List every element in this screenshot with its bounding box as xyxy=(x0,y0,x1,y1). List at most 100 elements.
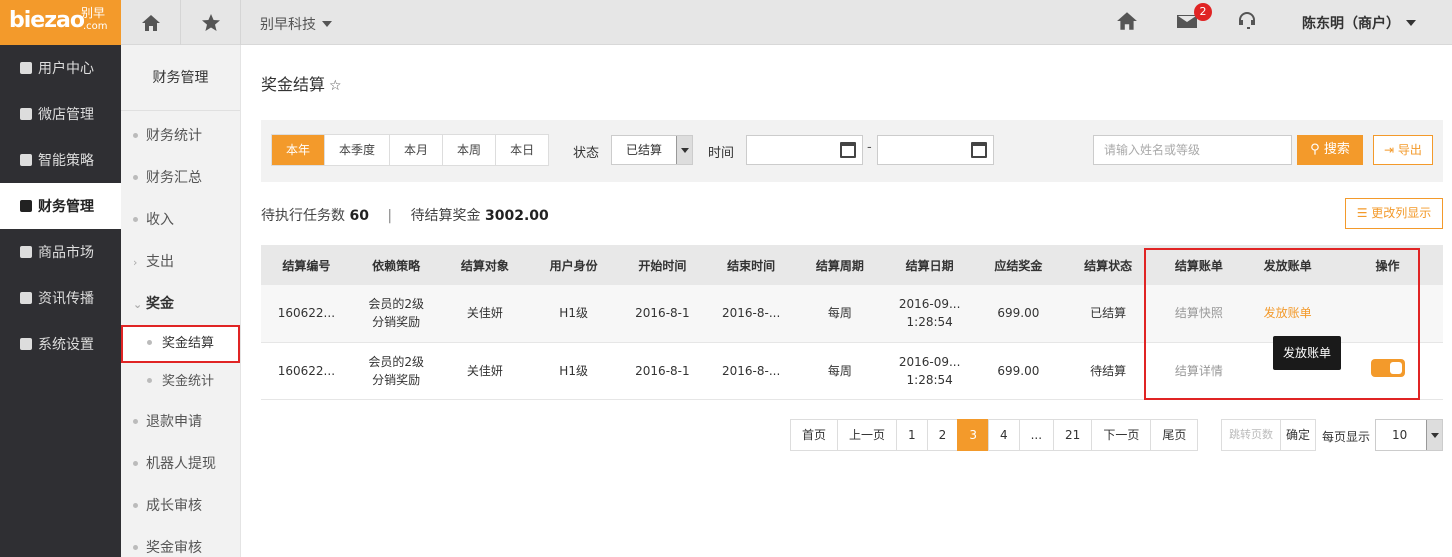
per-page-select[interactable]: 10 xyxy=(1375,419,1443,451)
page-number-button[interactable]: 1 xyxy=(896,419,928,451)
change-columns-button[interactable]: ☰ 更改列显示 xyxy=(1345,198,1443,229)
star-icon xyxy=(201,13,220,31)
favorites-button[interactable] xyxy=(181,0,241,45)
chevron-right-icon: › xyxy=(133,256,138,269)
company-switcher[interactable]: 别早科技 xyxy=(260,14,332,34)
table-row[interactable]: 160622... 会员的2级 分销奖励 关佳妍 H1级 2016-8-1 201… xyxy=(261,342,1443,400)
column-header[interactable]: 应结奖金 xyxy=(975,245,1062,285)
sidebar-item-strategy[interactable]: 智能策略 xyxy=(0,137,121,183)
subnav-item-finance-summary[interactable]: 财务汇总 xyxy=(121,157,240,199)
home-button[interactable] xyxy=(1116,10,1138,32)
bullet-icon xyxy=(147,340,152,345)
home-shortcut-button[interactable] xyxy=(121,0,181,45)
settlement-detail-link[interactable]: 结算详情 xyxy=(1154,342,1244,400)
cell-actions xyxy=(1332,285,1443,343)
search-input[interactable]: 请输入姓名或等级 xyxy=(1093,135,1292,165)
user-menu[interactable]: 陈东明（商户） xyxy=(1302,13,1416,33)
logo[interactable]: biezao 别早 .com xyxy=(0,0,121,45)
range-day-button[interactable]: 本日 xyxy=(496,135,549,165)
end-date-input[interactable] xyxy=(877,135,994,165)
column-header[interactable]: 依赖策略 xyxy=(351,245,441,285)
range-quarter-button[interactable]: 本季度 xyxy=(325,135,391,165)
calendar-icon[interactable] xyxy=(971,142,987,158)
column-header[interactable]: 发放账单 xyxy=(1243,245,1333,285)
top-bar: biezao 别早 .com 别早科技 2 陈东明（商户） xyxy=(0,0,1452,45)
page-prev-button[interactable]: 上一页 xyxy=(837,419,898,451)
start-date-input[interactable] xyxy=(746,135,863,165)
list-icon: ☰ xyxy=(1356,206,1372,220)
export-button[interactable]: ⇥ 导出 xyxy=(1373,135,1433,165)
support-button[interactable] xyxy=(1236,10,1258,32)
page-title: 奖金结算 ☆ xyxy=(261,75,342,94)
calendar-icon[interactable] xyxy=(840,142,856,158)
column-header[interactable]: 用户身份 xyxy=(529,245,619,285)
range-month-button[interactable]: 本月 xyxy=(390,135,444,165)
range-year-button[interactable]: 本年 xyxy=(272,135,326,165)
cell-strategy: 会员的2级 分销奖励 xyxy=(351,285,441,343)
column-header[interactable]: 结算编号 xyxy=(261,245,352,285)
page-number-button[interactable]: 2 xyxy=(926,419,959,451)
grid-icon xyxy=(20,292,32,304)
strategy-icon xyxy=(20,154,32,166)
payout-bill-link[interactable]: 发放账单 xyxy=(1243,285,1333,343)
dropdown-arrow-icon xyxy=(676,136,692,164)
search-button[interactable]: ⚲ 搜索 xyxy=(1297,135,1363,165)
column-header[interactable]: 结算状态 xyxy=(1061,245,1155,285)
subnav-item-refund[interactable]: 退款申请 xyxy=(121,401,240,443)
payout-toggle[interactable] xyxy=(1370,359,1405,377)
table-row[interactable]: 160622... 会员的2级 分销奖励 关佳妍 H1级 2016-8-1 201… xyxy=(261,285,1443,343)
finance-subnav: 财务管理 财务统计 财务汇总 收入 › 支出 ⌄ 奖金 奖金结算 奖金统计 退款申请… xyxy=(121,45,241,557)
page-next-button[interactable]: 下一页 xyxy=(1091,419,1152,451)
column-header[interactable]: 结算账单 xyxy=(1154,245,1244,285)
mail-count-badge: 2 xyxy=(1194,3,1212,21)
subnav-item-growth-review[interactable]: 成长审核 xyxy=(121,485,240,527)
column-header[interactable]: 结束时间 xyxy=(706,245,796,285)
star-outline-icon[interactable]: ☆ xyxy=(329,78,342,94)
column-header[interactable]: 开始时间 xyxy=(618,245,707,285)
cell-cycle: 每周 xyxy=(795,285,885,343)
subnav-item-robot-withdraw[interactable]: 机器人提现 xyxy=(121,443,240,485)
cell-level: H1级 xyxy=(529,342,619,400)
subnav-item-expense[interactable]: › 支出 xyxy=(121,241,240,283)
sidebar-item-user-center[interactable]: 用户中心 xyxy=(0,45,121,91)
range-week-button[interactable]: 本周 xyxy=(443,135,497,165)
settlement-snapshot-link[interactable]: 结算快照 xyxy=(1154,285,1244,343)
page-jump-input[interactable]: 跳转页数 xyxy=(1221,419,1281,451)
subnav-item-bonus-review[interactable]: 奖金审核 xyxy=(121,527,240,557)
column-header[interactable]: 结算周期 xyxy=(795,245,885,285)
subnav-item-bonus-settlement[interactable]: 奖金结算 xyxy=(121,325,240,363)
bullet-icon xyxy=(133,503,138,508)
headset-icon xyxy=(1239,12,1255,29)
cell-end: 2016-8-... xyxy=(706,342,796,400)
column-header[interactable]: 结算对象 xyxy=(440,245,530,285)
page-last-button[interactable]: 尾页 xyxy=(1150,419,1199,451)
filter-bar: 本年 本季度 本月 本周 本日 状态 已结算 时间 - 请输入姓名或等级 ⚲ 搜… xyxy=(261,120,1443,182)
per-page-label: 每页显示 xyxy=(1322,430,1371,444)
sidebar-item-shop[interactable]: 微店管理 xyxy=(0,91,121,137)
cell-end: 2016-8-... xyxy=(706,285,796,343)
cell-date: 2016-09... 1:28:54 xyxy=(884,285,976,343)
column-header[interactable]: 结算日期 xyxy=(884,245,976,285)
sidebar-item-market[interactable]: 商品市场 xyxy=(0,229,121,275)
chevron-down-icon xyxy=(1406,20,1416,26)
status-select[interactable]: 已结算 xyxy=(611,135,693,165)
chevron-down-icon: ⌄ xyxy=(133,298,143,311)
subnav-item-income[interactable]: 收入 xyxy=(121,199,240,241)
sidebar-item-settings[interactable]: 系统设置 xyxy=(0,321,121,367)
page-first-button[interactable]: 首页 xyxy=(790,419,839,451)
subnav-item-bonus-stats[interactable]: 奖金统计 xyxy=(121,363,240,401)
sidebar-item-news[interactable]: 资讯传播 xyxy=(0,275,121,321)
cell-date: 2016-09... 1:28:54 xyxy=(884,342,976,400)
page-number-button[interactable]: 21 xyxy=(1053,419,1093,451)
page-current-button[interactable]: 3 xyxy=(957,419,989,451)
cell-level: H1级 xyxy=(529,285,619,343)
subnav-item-finance-stats[interactable]: 财务统计 xyxy=(121,115,240,157)
sidebar-item-finance[interactable]: 财务管理 xyxy=(0,183,121,229)
subnav-item-bonus[interactable]: ⌄ 奖金 xyxy=(121,283,240,325)
payout-tooltip: 发放账单 xyxy=(1273,336,1341,370)
page-number-button[interactable]: 4 xyxy=(987,419,1020,451)
column-header[interactable]: 操作 xyxy=(1332,245,1443,285)
logo-text: biezao xyxy=(9,8,85,33)
bullet-icon xyxy=(133,175,138,180)
page-jump-confirm-button[interactable]: 确定 xyxy=(1280,419,1317,451)
